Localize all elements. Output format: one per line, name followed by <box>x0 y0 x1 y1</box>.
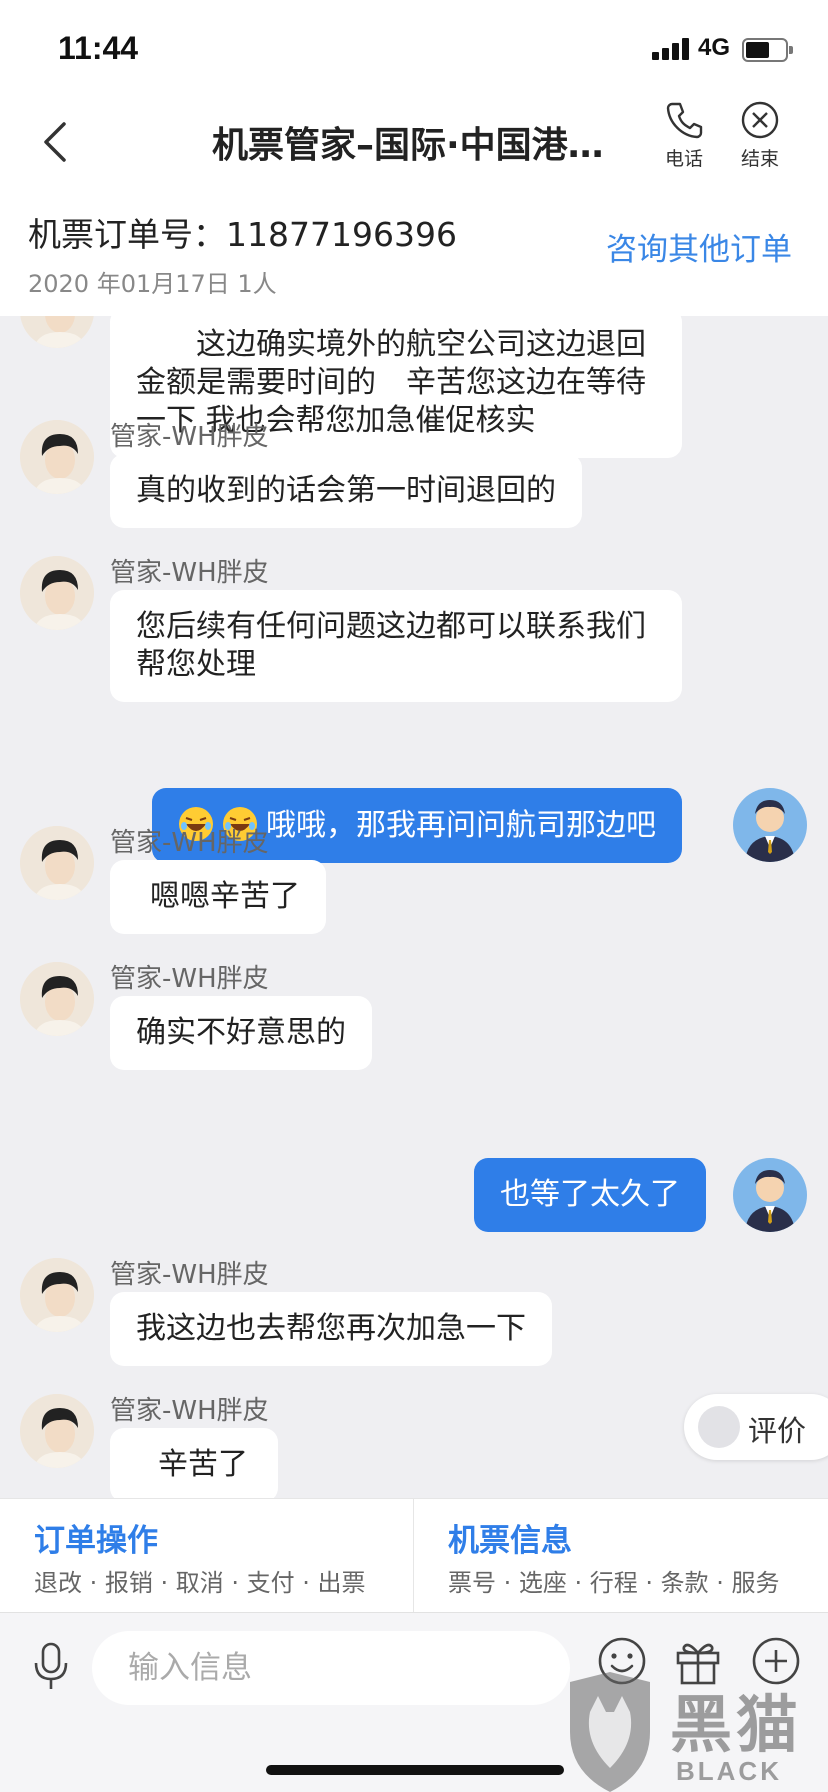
watermark: 黑猫 BLACK CAT <box>560 1672 828 1792</box>
user-avatar <box>733 788 807 862</box>
panel-title: 机票信息 <box>448 1523 572 1559</box>
order-ops-panel[interactable]: 订单操作 退改 · 报销 · 取消 · 支付 · 出票 <box>0 1499 414 1613</box>
cat-logo-icon <box>570 1672 650 1792</box>
phone-label: 电话 <box>664 148 703 170</box>
agent-message-bubble: 嗯嗯辛苦了 <box>110 860 326 934</box>
sender-name: 管家-WH胖皮 <box>110 964 269 994</box>
agent-message-bubble: 您后续有任何问题这边都可以联系我们帮您处理 <box>110 590 682 702</box>
agent-avatar <box>20 1258 94 1332</box>
home-indicator <box>266 1765 564 1775</box>
battery-icon <box>742 38 793 62</box>
message-text: 确实不好意思的 <box>136 1015 346 1050</box>
sender-name: 管家-WH胖皮 <box>110 558 269 588</box>
end-label: 结束 <box>740 148 779 170</box>
back-icon[interactable] <box>36 116 76 168</box>
message-text: 真的收到的话会第一时间退回的 <box>136 473 556 508</box>
message-text: 我这边也去帮您再次加急一下 <box>136 1311 526 1346</box>
user-message-bubble: 也等了太久了 <box>474 1158 706 1232</box>
message-text: 也等了太久了 <box>500 1177 680 1212</box>
agent-avatar <box>20 420 94 494</box>
order-number: 机票订单号：11877196396 <box>28 215 457 254</box>
user-avatar <box>733 1158 807 1232</box>
sender-name: 管家-WH胖皮 <box>110 828 269 858</box>
agent-avatar <box>20 556 94 630</box>
panel-items: 票号 · 选座 · 行程 · 条款 · 服务 <box>448 1569 780 1597</box>
agent-message-bubble: 真的收到的话会第一时间退回的 <box>110 454 582 528</box>
panel-items: 退改 · 报销 · 取消 · 支付 · 出票 <box>34 1569 366 1597</box>
message-text: 您后续有任何问题这边都可以联系我们帮您处理 <box>136 609 646 682</box>
order-header: 机票订单号：11877196396 2020 年01月17日 1人 咨询其他订单 <box>0 194 828 316</box>
rate-label: 评价 <box>748 1414 807 1448</box>
message-input[interactable] <box>92 1631 570 1705</box>
agent-message-bubble: 确实不好意思的 <box>110 996 372 1070</box>
close-icon <box>741 101 779 139</box>
panel-title: 订单操作 <box>34 1523 158 1559</box>
agent-message-bubble: 辛苦了 <box>110 1428 278 1498</box>
chat-area[interactable]: 这边确实境外的航空公司这边退回金额是需要时间的 辛苦您这边在等待一下 我也会帮您… <box>0 316 828 1498</box>
network-type: 4G <box>698 34 731 61</box>
end-chat-button[interactable]: 结束 <box>728 100 792 171</box>
sender-name: 管家-WH胖皮 <box>110 1396 269 1426</box>
watermark-en: BLACK CAT <box>676 1756 782 1792</box>
agent-avatar <box>20 826 94 900</box>
message-text: 嗯嗯辛苦了 <box>150 879 300 914</box>
agent-message-bubble: 我这边也去帮您再次加急一下 <box>110 1292 552 1366</box>
phone-icon <box>666 102 703 139</box>
mic-icon[interactable] <box>30 1641 72 1693</box>
smile-icon <box>698 1406 740 1448</box>
signal-icon <box>652 38 692 60</box>
agent-avatar <box>20 316 94 348</box>
chat-title: 机票管家–国际·中国港… <box>212 125 604 166</box>
sender-name: 管家-WH胖皮 <box>110 422 269 452</box>
message-text: 哦哦，那我再问问航司那边吧 <box>266 808 656 843</box>
status-time: 11:44 <box>58 30 139 66</box>
other-orders-link[interactable]: 咨询其他订单 <box>606 224 792 269</box>
watermark-cn: 黑猫 <box>670 1688 803 1761</box>
quick-panels: 订单操作 退改 · 报销 · 取消 · 支付 · 出票 机票信息 票号 · 选座… <box>0 1498 828 1613</box>
rate-button[interactable]: 评价 <box>684 1394 828 1460</box>
sender-name: 管家-WH胖皮 <box>110 1260 269 1290</box>
message-text: 辛苦了 <box>158 1447 248 1482</box>
ticket-info-panel[interactable]: 机票信息 票号 · 选座 · 行程 · 条款 · 服务 <box>414 1499 828 1613</box>
agent-avatar <box>20 1394 94 1468</box>
nav-bar: 机票管家–国际·中国港… 电话 结束 <box>0 96 828 194</box>
agent-avatar <box>20 962 94 1036</box>
order-meta: 2020 年01月17日 1人 <box>28 270 277 298</box>
phone-button[interactable]: 电话 <box>652 100 716 171</box>
status-bar: 11:44 4G <box>0 0 828 96</box>
